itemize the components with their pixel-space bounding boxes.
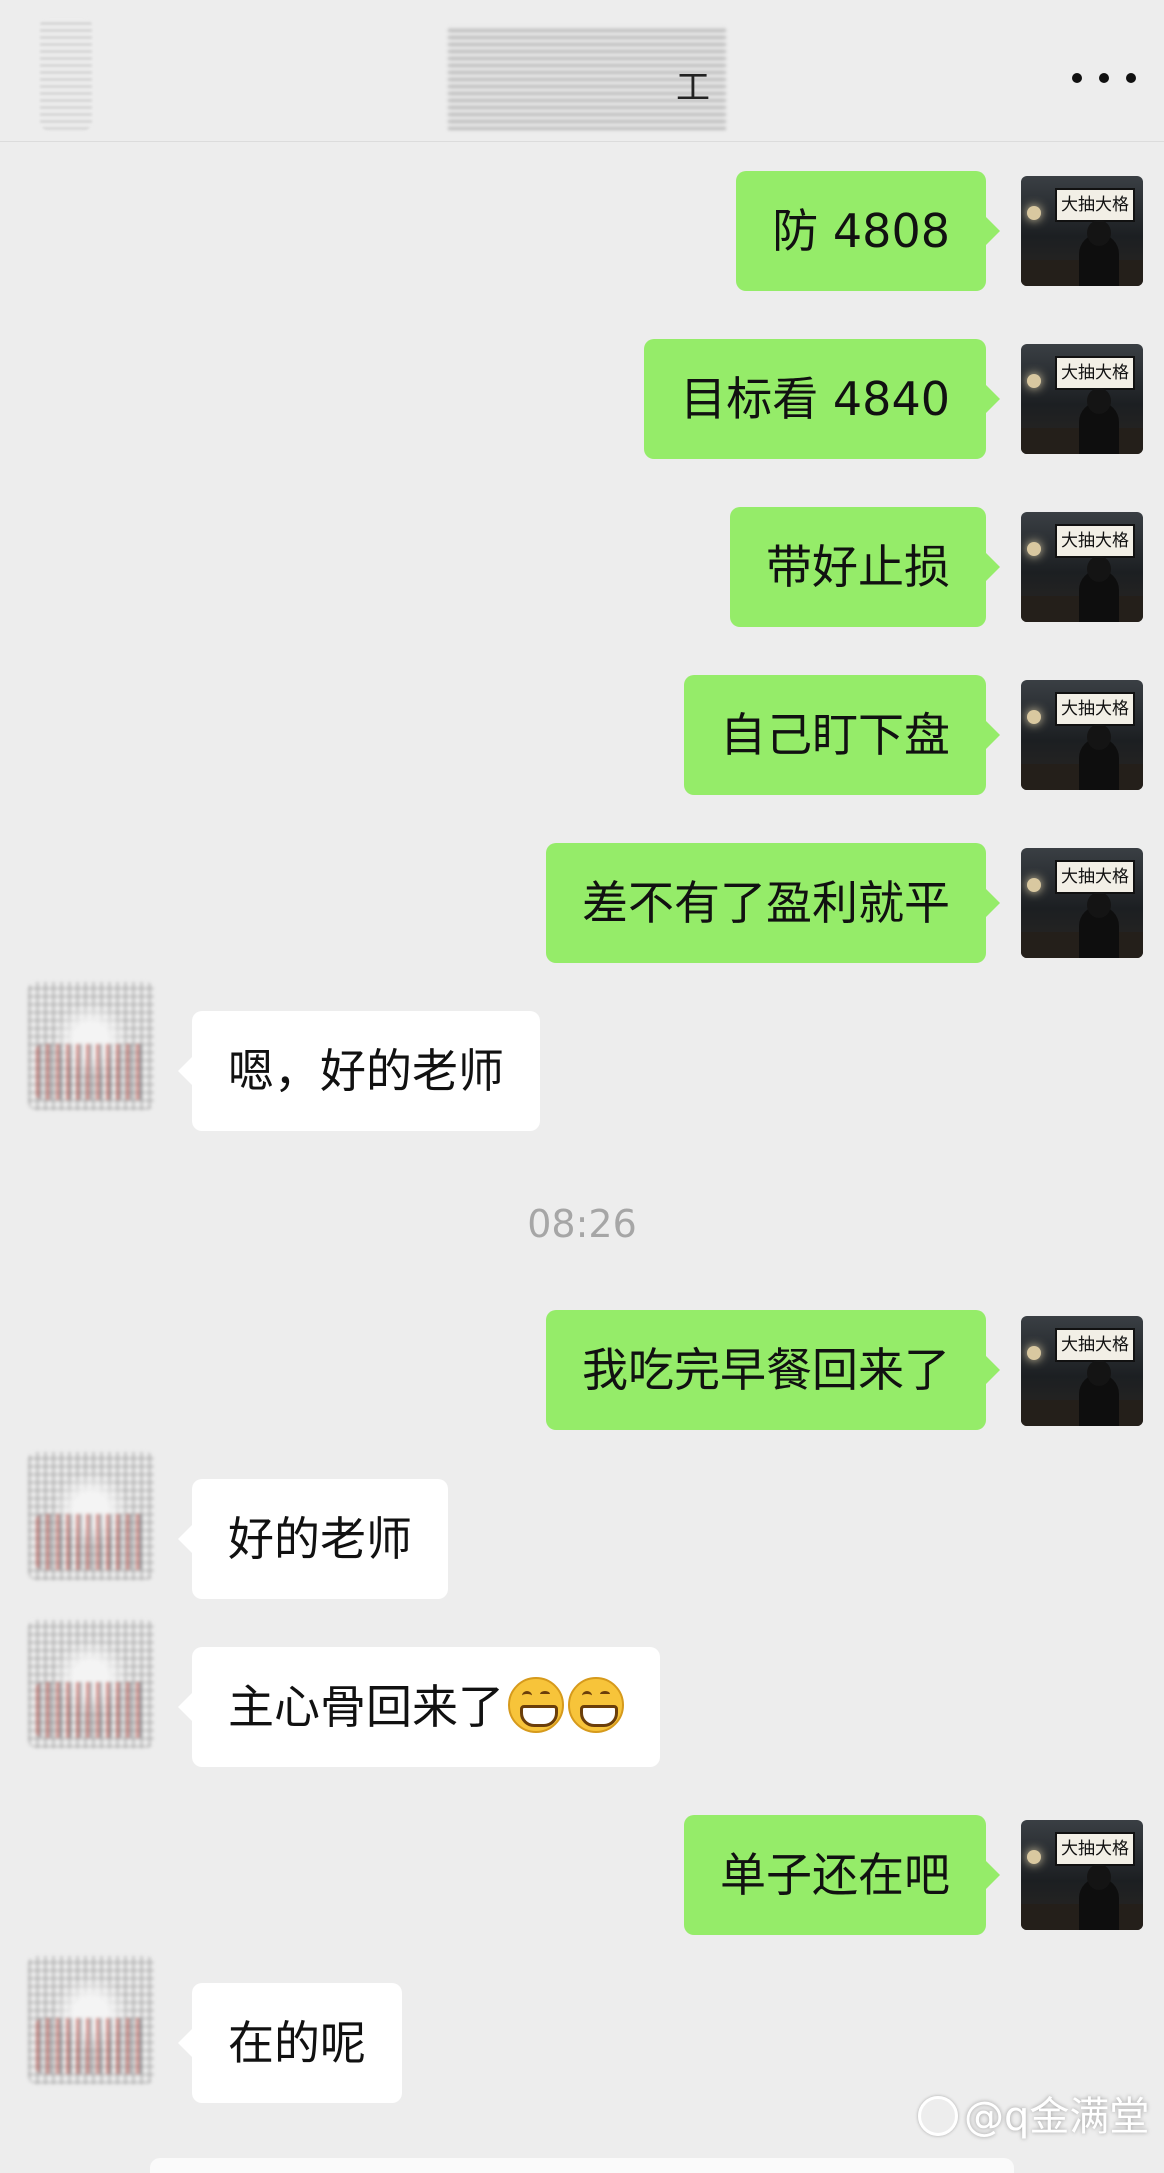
avatar-sign: 大抽大格 — [1055, 524, 1135, 558]
more-icon[interactable] — [1072, 58, 1136, 98]
message-bubble-outgoing[interactable]: 单子还在吧 — [684, 1815, 1000, 1935]
self-avatar[interactable]: 大抽大格 — [1021, 848, 1143, 958]
chat-title-tail: 工 — [676, 68, 710, 108]
avatar-sign: 大抽大格 — [1055, 1832, 1135, 1866]
message-bubble-outgoing[interactable]: 差不有了盈利就平 — [546, 843, 1000, 963]
self-avatar[interactable]: 大抽大格 — [1021, 176, 1143, 286]
message-bubble-outgoing[interactable]: 我吃完早餐回来了 — [546, 1310, 1000, 1430]
avatar-sign: 大抽大格 — [1055, 356, 1135, 390]
logo-icon — [918, 2096, 958, 2136]
contact-avatar-blurred[interactable] — [28, 1452, 154, 1580]
message-bubble-outgoing[interactable]: 带好止损 — [730, 507, 1000, 627]
message-text: 主心骨回来了 — [228, 1680, 504, 1734]
contact-avatar-blurred[interactable] — [28, 982, 154, 1110]
avatar-sign: 大抽大格 — [1055, 860, 1135, 894]
back-button-blurred[interactable] — [40, 18, 92, 130]
avatar-sign: 大抽大格 — [1055, 188, 1135, 222]
self-avatar[interactable]: 大抽大格 — [1021, 680, 1143, 790]
watermark-text: @q金满堂 — [964, 2094, 1150, 2140]
self-avatar[interactable]: 大抽大格 — [1021, 1316, 1143, 1426]
self-avatar[interactable]: 大抽大格 — [1021, 344, 1143, 454]
chat-header: 工 — [0, 0, 1164, 142]
input-bar-edge[interactable] — [150, 2158, 1014, 2173]
grinning-face-icon — [568, 1677, 624, 1733]
self-avatar[interactable]: 大抽大格 — [1021, 1820, 1143, 1930]
grinning-face-icon — [508, 1677, 564, 1733]
message-bubble-incoming[interactable]: 好的老师 — [178, 1479, 448, 1599]
self-avatar[interactable]: 大抽大格 — [1021, 512, 1143, 622]
message-bubble-incoming[interactable]: 在的呢 — [178, 1983, 402, 2103]
message-bubble-incoming[interactable]: 主心骨回来了 — [178, 1647, 660, 1767]
message-bubble-incoming[interactable]: 嗯，好的老师 — [178, 1011, 540, 1131]
contact-avatar-blurred[interactable] — [28, 1956, 154, 2084]
message-bubble-outgoing[interactable]: 目标看 4840 — [644, 339, 1000, 459]
avatar-sign: 大抽大格 — [1055, 1328, 1135, 1362]
contact-avatar-blurred[interactable] — [28, 1620, 154, 1748]
avatar-sign: 大抽大格 — [1055, 692, 1135, 726]
watermark: @q金满堂 — [918, 2084, 1149, 2142]
message-timestamp: 08:26 — [527, 1202, 637, 1246]
message-bubble-outgoing[interactable]: 防 4808 — [736, 171, 1000, 291]
message-bubble-outgoing[interactable]: 自己盯下盘 — [684, 675, 1000, 795]
